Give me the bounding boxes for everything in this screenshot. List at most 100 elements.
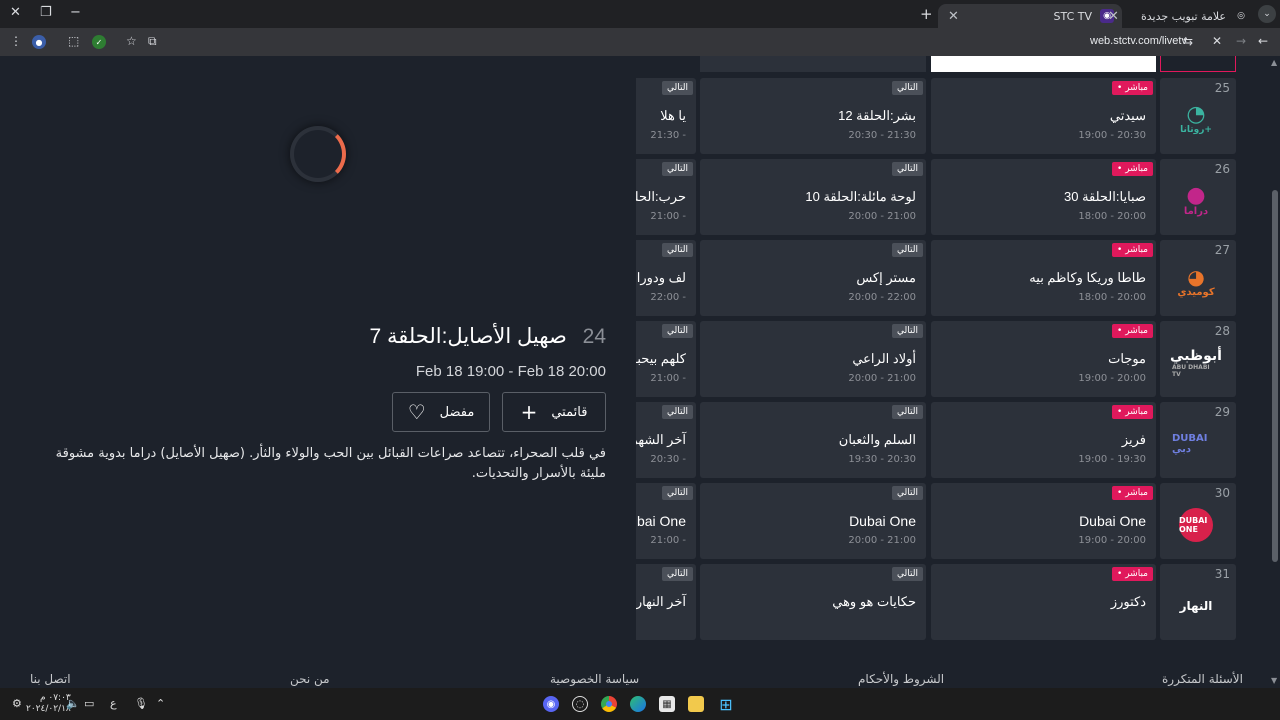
program-cell-next[interactable]: التالي مستر إكس 20:00 - 22:00 — [700, 240, 926, 316]
screenshot-icon[interactable]: ⧉ — [148, 34, 157, 49]
program-title: Dubai One — [1079, 513, 1146, 529]
menu-icon[interactable]: ⋮ — [10, 34, 22, 48]
microphone-icon[interactable]: 🎙 — [134, 697, 148, 710]
footer-link-privacy[interactable]: سياسة الخصوصية — [550, 672, 639, 686]
minimize-window-icon[interactable]: − — [70, 5, 81, 20]
program-time: 21:00 - — [650, 211, 686, 222]
input-language[interactable]: ع — [110, 697, 117, 710]
program-cell-later[interactable]: التالي Dubai One 21:00 - — [636, 483, 696, 559]
channel-cell[interactable]: 25 ◔ روتانا+ — [1160, 78, 1236, 154]
add-to-my-list-button[interactable]: قائمتي + — [502, 392, 606, 432]
program-time: 20:00 - 21:00 — [848, 535, 916, 546]
scroll-up-icon[interactable]: ▲ — [1271, 58, 1277, 67]
extensions-icon[interactable]: ⬚ — [68, 34, 79, 48]
program-cell-live[interactable]: • مباشر Dubai One 19:00 - 20:00 — [931, 483, 1156, 559]
notifications-icon[interactable]: ⚙ — [12, 697, 22, 710]
new-tab-icon[interactable]: + — [920, 5, 933, 23]
next-badge: التالي — [662, 243, 693, 257]
tab-new-tab[interactable]: ◎ علامة تبويب جديدة ✕ — [1098, 4, 1256, 28]
tab-stc-tv[interactable]: ◉ STC TV ✕ — [938, 4, 1122, 28]
program-cell-next[interactable]: التالي بشر:الحلقة 12 20:30 - 21:30 — [700, 78, 926, 154]
program-time: 20:00 - 21:00 — [848, 211, 916, 222]
system-clock[interactable]: ٠٧:٠٣ م ٢٠٢٤/٠٢/١٨ — [26, 693, 71, 715]
channel-cell[interactable]: 28 أبوظبي ABU DHABI TV — [1160, 321, 1236, 397]
program-cell-live[interactable]: • مباشر طاطا وريكا وكاظم بيه 18:00 - 20:00 — [931, 240, 1156, 316]
channel-cell[interactable]: 30 DUBAI ONE — [1160, 483, 1236, 559]
program-cell-live[interactable]: • مباشر سيدتي 19:00 - 20:30 — [931, 78, 1156, 154]
bookmark-star-icon[interactable]: ☆ — [126, 34, 137, 48]
address-bar[interactable]: web.stctv.com/livetv — [1090, 35, 1187, 47]
scroll-down-icon[interactable]: ▼ — [1271, 676, 1277, 685]
show-hidden-icons-icon[interactable]: ⌃ — [156, 697, 165, 710]
store-icon[interactable]: ▦ — [659, 696, 675, 712]
program-cell-later[interactable]: التالي كلهم بيحبو 21:00 - — [636, 321, 696, 397]
epg-previous-row-channel-selected — [1160, 56, 1236, 72]
program-cell-later[interactable]: التالي لف ودورا 22:00 - — [636, 240, 696, 316]
profile-icon[interactable]: ● — [32, 35, 46, 49]
epg-row: التالي يا هلا 21:30 - التالي بشر:الحلقة 12 2… — [636, 78, 1236, 154]
footer-link-faq[interactable]: الأسئلة المتكررة — [1162, 672, 1243, 686]
site-settings-icon[interactable]: ⇆ — [1183, 34, 1193, 48]
channel-logo-text: دراما — [1183, 205, 1209, 217]
footer-link-contact[interactable]: اتصل بنا — [30, 672, 71, 686]
program-cell-live[interactable]: • مباشر موجات 19:00 - 20:00 — [931, 321, 1156, 397]
program-cell-live[interactable]: • مباشر فريز 19:00 - 19:30 — [931, 402, 1156, 478]
forward-icon[interactable]: → — [1236, 34, 1246, 48]
program-title: موجات — [1108, 351, 1146, 366]
program-detail: 24 صهيل الأصايل:الحلقة 7 Feb 18 19:00 - … — [30, 324, 606, 484]
program-cell-next[interactable]: التالي لوحة مائلة:الحلقة 10 20:00 - 21:00 — [700, 159, 926, 235]
program-cell-later[interactable]: التالي آخر النهار — [636, 564, 696, 640]
rotana-comedy-logo: ◕ كوميدي — [1177, 264, 1215, 298]
discord-icon[interactable]: ◉ — [543, 696, 559, 712]
heart-icon: ♡ — [407, 400, 426, 424]
extension-shield-icon[interactable]: ✓ — [92, 35, 106, 49]
program-cell-later[interactable]: التالي آخر الشهر 20:30 - — [636, 402, 696, 478]
program-cell-next[interactable]: التالي أولاد الراعي 20:00 - 21:00 — [700, 321, 926, 397]
restore-window-icon[interactable]: ❐ — [40, 5, 52, 20]
channel-cell[interactable]: 26 ● دراما — [1160, 159, 1236, 235]
program-cell-next[interactable]: التالي Dubai One 20:00 - 21:00 — [700, 483, 926, 559]
program-title: بشر:الحلقة 12 — [838, 108, 916, 123]
program-title: صبايا:الحلقة 30 — [1063, 189, 1146, 204]
channel-logo-text: أبوظبي — [1170, 348, 1222, 364]
channel-number: 28 — [1214, 324, 1230, 338]
program-cell-next[interactable]: التالي السلم والثعبان 19:30 - 20:30 — [700, 402, 926, 478]
tab-search-icon[interactable]: ⌄ — [1258, 5, 1276, 23]
close-tab-icon[interactable]: ✕ — [1108, 9, 1119, 24]
program-title: طاطا وريكا وكاظم بيه — [1029, 270, 1146, 285]
file-explorer-icon[interactable] — [688, 696, 704, 712]
scrollbar-thumb[interactable] — [1272, 190, 1278, 562]
live-badge: • مباشر — [1112, 567, 1153, 581]
channel-cell[interactable]: 27 ◕ كوميدي — [1160, 240, 1236, 316]
next-badge: التالي — [662, 567, 693, 581]
footer-link-about[interactable]: من نحن — [290, 672, 330, 686]
program-title: السلم والثعبان — [838, 432, 916, 447]
program-cell-later[interactable]: التالي يا هلا 21:30 - — [636, 78, 696, 154]
program-time: 20:00 - 22:00 — [848, 292, 916, 303]
program-time: 21:00 - — [650, 373, 686, 384]
obs-icon[interactable]: ◌ — [572, 696, 588, 712]
program-cell-later[interactable]: التالي حرب:الحلقة 21:00 - — [636, 159, 696, 235]
windows-start-icon[interactable]: ⊞ — [718, 695, 734, 714]
stop-loading-icon[interactable]: ✕ — [1212, 34, 1222, 48]
program-title: Dubai One — [849, 513, 916, 529]
close-tab-icon[interactable]: ✕ — [948, 9, 959, 24]
epg-row: التالي Dubai One 21:00 - التالي Dubai One 20… — [636, 483, 1236, 559]
edge-icon[interactable] — [630, 696, 646, 712]
back-icon[interactable]: ← — [1258, 34, 1268, 48]
chrome-icon[interactable] — [601, 696, 617, 712]
program-cell-live[interactable]: • مباشر دكتورز — [931, 564, 1156, 640]
channel-number: 24 — [582, 325, 606, 348]
program-time: 21:00 - — [650, 535, 686, 546]
favorite-button[interactable]: مفضل ♡ — [392, 392, 490, 432]
channel-cell[interactable]: 29 DUBAI دبي — [1160, 402, 1236, 478]
program-cell-next[interactable]: التالي حكايات هو وهي — [700, 564, 926, 640]
windows-taskbar: ⚙ ٠٧:٠٣ م ٢٠٢٤/٠٢/١٨ 🔈 ▭ ع 🎙 ⌃ ◉ ◌ ▦ ⊞ — [0, 688, 1280, 720]
footer-link-terms[interactable]: الشروط والأحكام — [858, 672, 944, 686]
channel-cell[interactable]: 31 النهار — [1160, 564, 1236, 640]
close-window-icon[interactable]: ✕ — [10, 5, 21, 20]
volume-icon[interactable]: 🔈 — [66, 697, 80, 710]
network-icon[interactable]: ▭ — [84, 697, 94, 710]
program-cell-live[interactable]: • مباشر صبايا:الحلقة 30 18:00 - 20:00 — [931, 159, 1156, 235]
program-title: صهيل الأصايل:الحلقة 7 — [369, 325, 567, 348]
